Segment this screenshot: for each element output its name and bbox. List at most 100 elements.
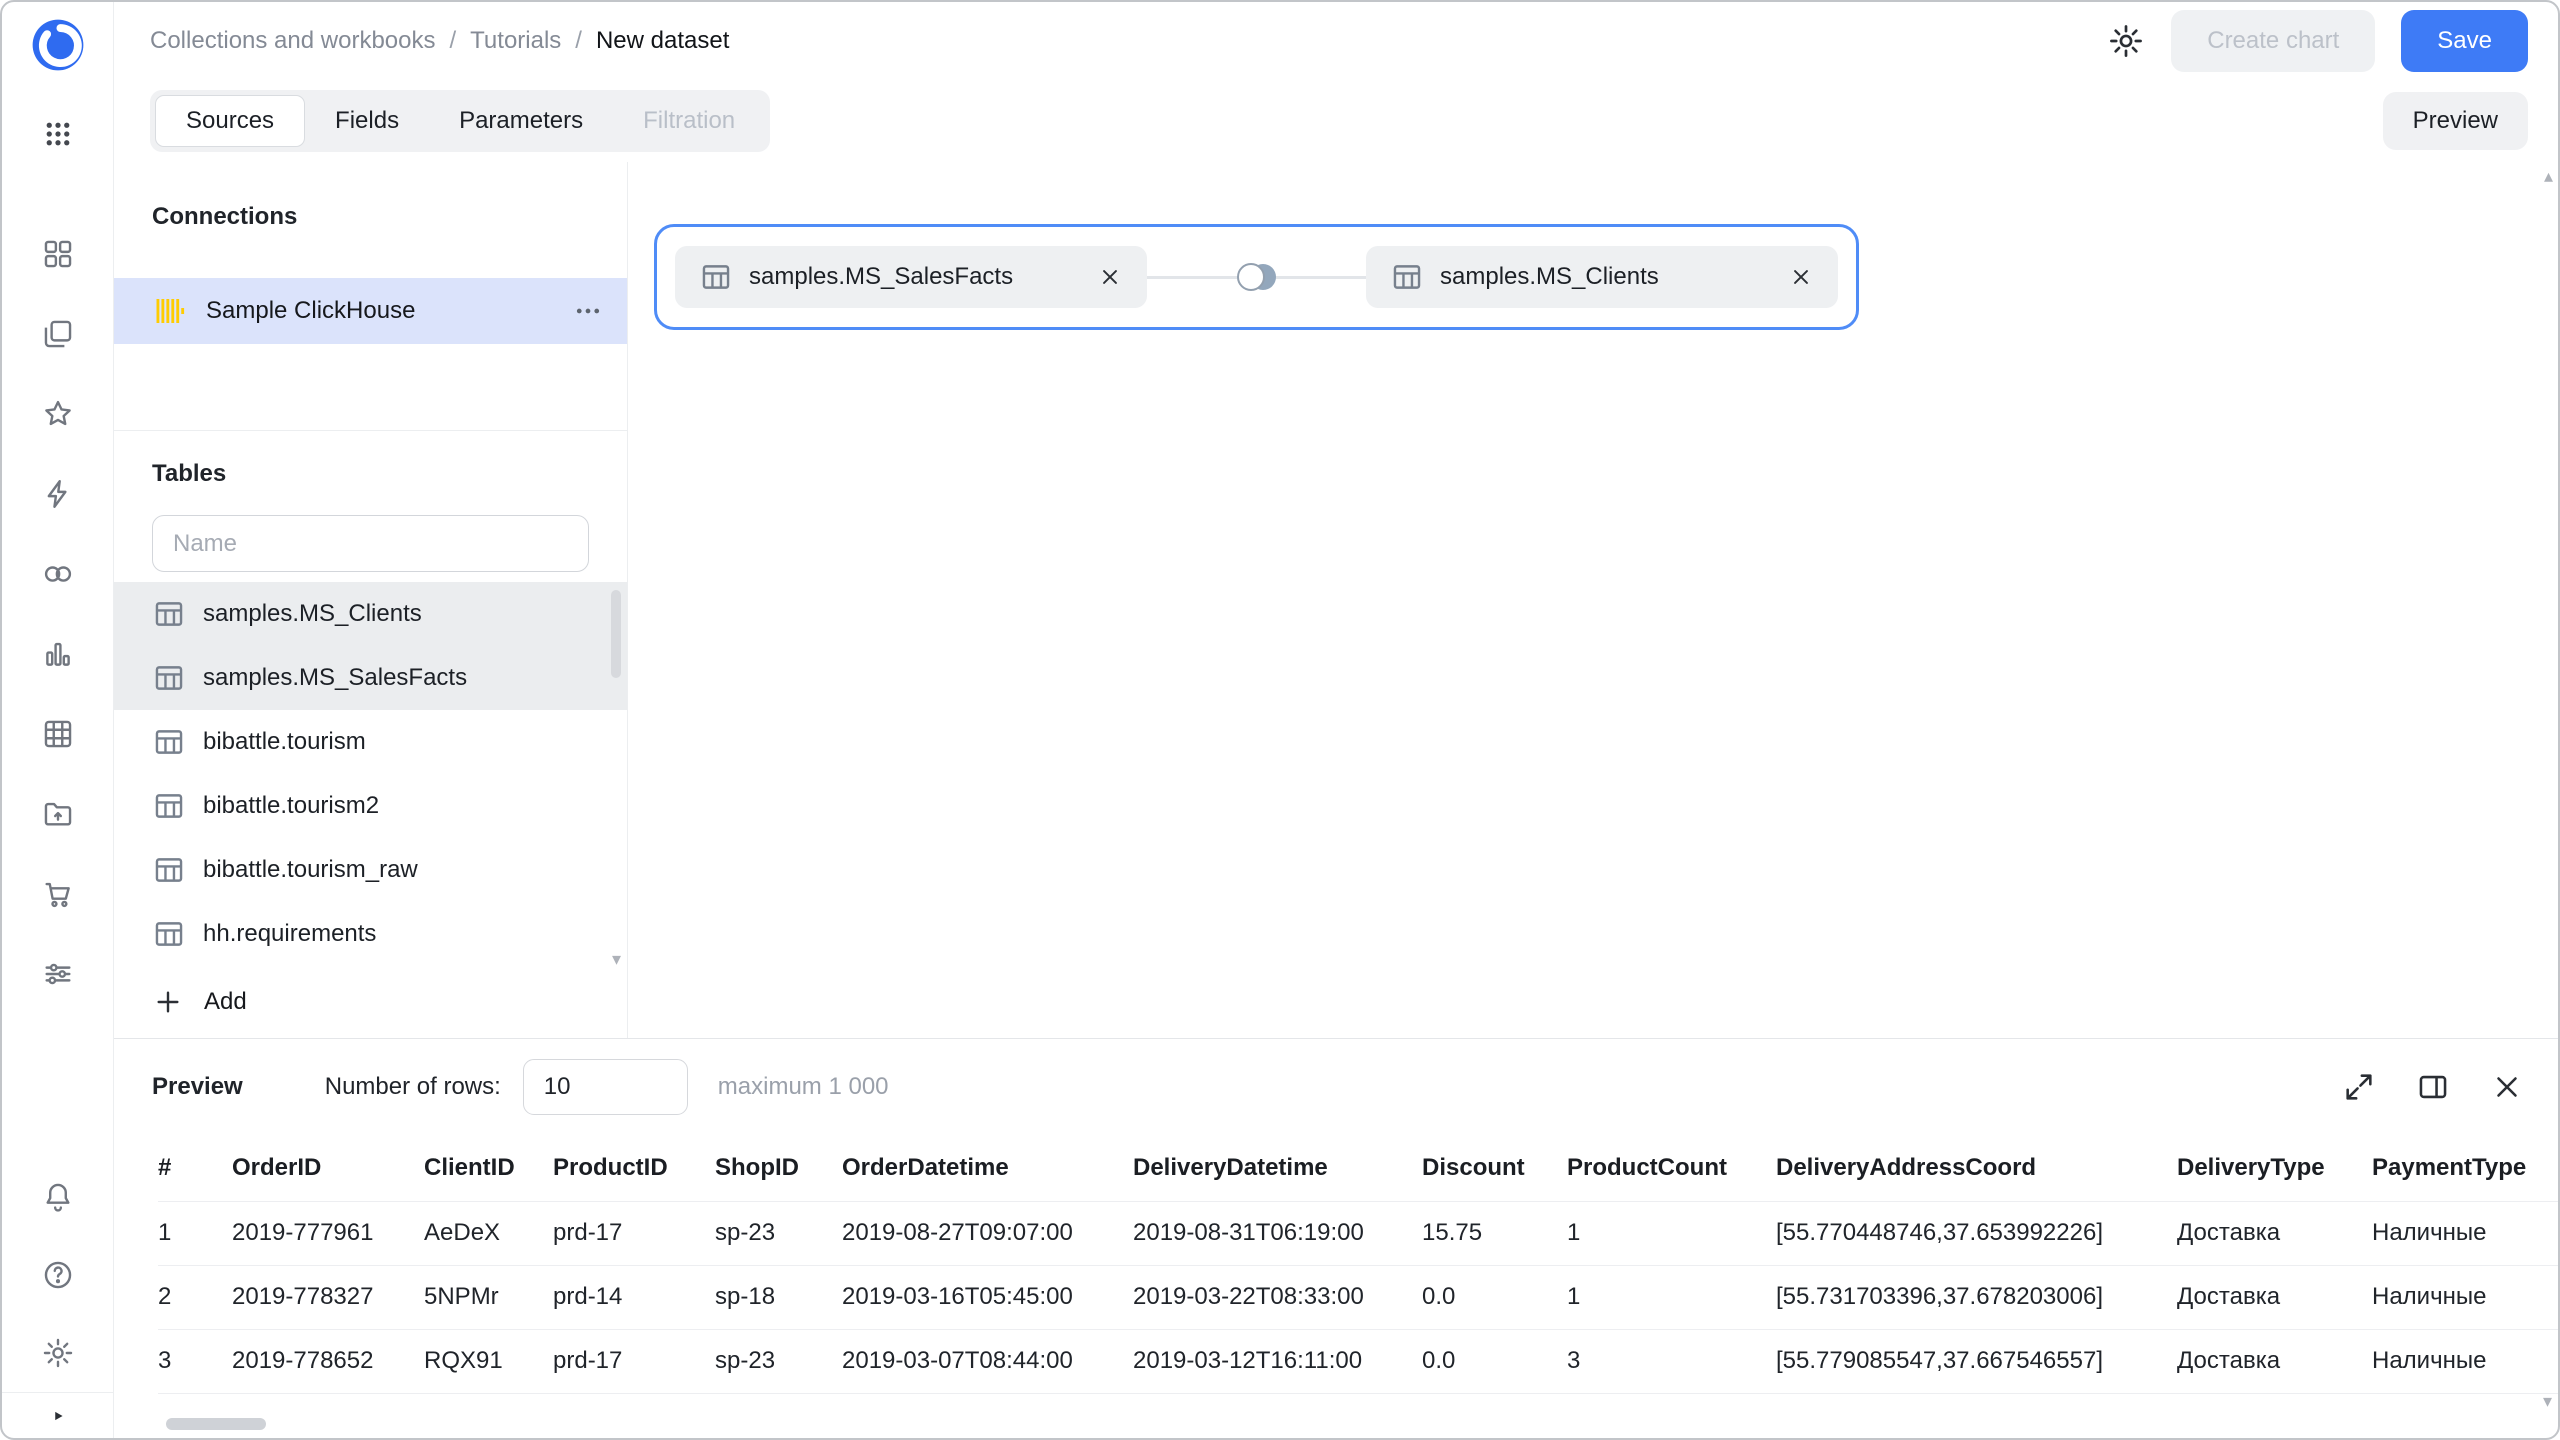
horizontal-scrollbar-thumb[interactable] — [166, 1418, 266, 1430]
scroll-down-icon[interactable]: ▾ — [2543, 1391, 2552, 1412]
divider — [114, 430, 627, 431]
column-header: DeliveryType — [2177, 1135, 2372, 1201]
layers-icon[interactable] — [2, 294, 114, 374]
scroll-down-icon[interactable]: ▾ — [612, 950, 621, 968]
table-icon — [152, 789, 186, 823]
cell: 2 — [158, 1265, 232, 1329]
cell: [55.770448746,37.653992226] — [1776, 1201, 2177, 1265]
help-icon[interactable] — [2, 1236, 114, 1314]
table-name: hh.requirements — [203, 920, 376, 948]
folder-icon[interactable] — [2, 774, 114, 854]
table-grid-icon[interactable] — [2, 694, 114, 774]
column-header: DeliveryAddressCoord — [1776, 1135, 2177, 1201]
datalens-logo[interactable] — [29, 16, 87, 74]
joined-table-chip-left[interactable]: samples.MS_SalesFacts — [675, 246, 1147, 308]
cell: 1 — [158, 1201, 232, 1265]
bell-icon[interactable] — [2, 1158, 114, 1236]
connection-item-sample-clickhouse[interactable]: Sample ClickHouse — [114, 278, 627, 344]
sources-panel: Connections Sample ClickHouse Tables — [114, 162, 628, 1038]
save-button[interactable]: Save — [2401, 10, 2528, 72]
table-name: bibattle.tourism2 — [203, 792, 379, 820]
table-row: 3 2019-778652 RQX91 prd-17 sp-23 2019-03… — [158, 1329, 2558, 1393]
preview-header: Preview Number of rows: maximum 1 000 — [114, 1039, 2558, 1135]
tab-parameters[interactable]: Parameters — [429, 95, 613, 147]
join-connector — [1147, 227, 1366, 327]
cell: Наличные — [2372, 1201, 2558, 1265]
cart-icon[interactable] — [2, 854, 114, 934]
cell: Доставка — [2177, 1329, 2372, 1393]
table-search-input[interactable] — [152, 515, 589, 573]
cell: sp-18 — [715, 1265, 842, 1329]
scroll-up-icon[interactable]: ▴ — [2544, 166, 2553, 187]
breadcrumb-tutorials[interactable]: Tutorials — [470, 27, 561, 55]
join-venn-icon[interactable] — [1228, 258, 1286, 296]
table-icon — [1390, 260, 1424, 294]
list-scrollbar-thumb[interactable] — [611, 590, 621, 678]
column-header: Discount — [1422, 1135, 1567, 1201]
preview-actions — [2342, 1070, 2524, 1104]
tables-title: Tables — [152, 459, 627, 489]
table-list-item[interactable]: bibattle.tourism — [114, 710, 627, 774]
table-list-item[interactable]: bibattle.tourism_raw — [114, 838, 627, 902]
table-name: bibattle.tourism — [203, 728, 366, 756]
cell: sp-23 — [715, 1201, 842, 1265]
header: Collections and workbooks / Tutorials / … — [114, 2, 2558, 80]
column-header: OrderID — [232, 1135, 424, 1201]
table-list-item[interactable]: bibattle.tourism2 — [114, 774, 627, 838]
table-header-row: # OrderID ClientID ProductID ShopID Orde… — [158, 1135, 2558, 1201]
remove-table-icon[interactable] — [1788, 264, 1814, 290]
tab-sources[interactable]: Sources — [155, 95, 305, 147]
column-header: # — [158, 1135, 232, 1201]
join-canvas: samples.MS_SalesFacts samples.MS_Clients — [628, 162, 2558, 1038]
cell: Доставка — [2177, 1201, 2372, 1265]
collapse-play-icon[interactable] — [2, 1392, 114, 1438]
rows-count-input[interactable] — [523, 1059, 688, 1115]
toolbar: Sources Fields Parameters Filtration Pre… — [114, 80, 2558, 162]
table-list-item[interactable]: samples.MS_Clients — [114, 582, 627, 646]
cell: 2019-778652 — [232, 1329, 424, 1393]
apps-grid-icon[interactable] — [2, 98, 114, 170]
breadcrumb-collections[interactable]: Collections and workbooks — [150, 27, 435, 55]
remove-table-icon[interactable] — [1097, 264, 1123, 290]
table-list-item[interactable]: hh.requirements — [114, 902, 627, 966]
rings-icon[interactable] — [2, 534, 114, 614]
gear-icon[interactable] — [2, 1314, 114, 1392]
settings-gear-icon[interactable] — [2107, 22, 2145, 60]
lightning-icon[interactable] — [2, 454, 114, 534]
app-window: Collections and workbooks / Tutorials / … — [0, 0, 2560, 1440]
join-group[interactable]: samples.MS_SalesFacts samples.MS_Clients — [654, 224, 1859, 330]
table-icon — [152, 661, 186, 695]
create-chart-button[interactable]: Create chart — [2171, 10, 2375, 72]
close-icon[interactable] — [2490, 1070, 2524, 1104]
cell: Наличные — [2372, 1329, 2558, 1393]
add-table-button[interactable]: Add — [114, 966, 627, 1038]
column-header: ProductCount — [1567, 1135, 1776, 1201]
table-list: samples.MS_Clients samples.MS_SalesFacts… — [114, 582, 627, 966]
header-actions: Create chart Save — [2107, 10, 2528, 72]
cell: 1 — [1567, 1265, 1776, 1329]
preview-toggle-button[interactable]: Preview — [2383, 92, 2528, 150]
table-row: 2 2019-778327 5NPMr prd-14 sp-18 2019-03… — [158, 1265, 2558, 1329]
table-list-item[interactable]: samples.MS_SalesFacts — [114, 646, 627, 710]
expand-icon[interactable] — [2342, 1070, 2376, 1104]
main-column: Collections and workbooks / Tutorials / … — [114, 2, 2558, 1438]
column-header: ProductID — [553, 1135, 715, 1201]
bar-chart-icon[interactable] — [2, 614, 114, 694]
column-header: ShopID — [715, 1135, 842, 1201]
split-view-icon[interactable] — [2416, 1070, 2450, 1104]
joined-table-name: samples.MS_SalesFacts — [749, 263, 1013, 291]
joined-table-chip-right[interactable]: samples.MS_Clients — [1366, 246, 1838, 308]
star-icon[interactable] — [2, 374, 114, 454]
rows-count-label: Number of rows: — [325, 1073, 501, 1101]
tab-fields[interactable]: Fields — [305, 95, 429, 147]
more-icon[interactable] — [573, 296, 603, 326]
sliders-icon[interactable] — [2, 934, 114, 1014]
tab-filtration[interactable]: Filtration — [613, 95, 765, 147]
dashboards-icon[interactable] — [2, 214, 114, 294]
cell: 1 — [1567, 1201, 1776, 1265]
table-icon — [699, 260, 733, 294]
breadcrumb: Collections and workbooks / Tutorials / … — [150, 27, 729, 55]
content: Connections Sample ClickHouse Tables — [114, 162, 2558, 1038]
cell: 2019-03-12T16:11:00 — [1133, 1329, 1422, 1393]
table-name: samples.MS_SalesFacts — [203, 664, 467, 692]
